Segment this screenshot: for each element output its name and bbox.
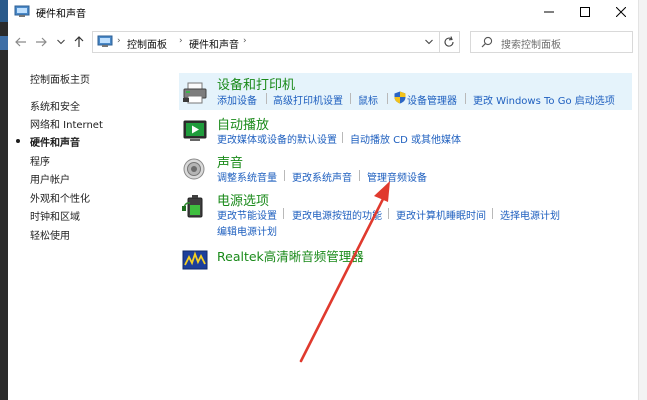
forward-button[interactable]	[32, 33, 50, 51]
title-bar: 硬件和声音	[8, 0, 638, 26]
arrow-left-icon	[15, 37, 26, 47]
arrow-right-icon	[36, 37, 47, 47]
link-power-button-function[interactable]: 更改电源按钮的功能	[292, 207, 382, 222]
arrow-up-icon	[74, 36, 84, 47]
printer-icon[interactable]	[182, 80, 208, 106]
chevron-down-icon	[57, 39, 65, 45]
search-icon	[481, 36, 493, 51]
link-change-power-saving[interactable]: 更改节能设置	[217, 207, 277, 222]
link-separator	[359, 170, 360, 181]
maximize-button[interactable]	[568, 0, 602, 24]
link-separator	[284, 170, 285, 181]
address-dropdown-button[interactable]	[425, 36, 433, 51]
sidebar-item-ease-of-access[interactable]: 轻松使用	[30, 227, 70, 242]
speaker-icon[interactable]	[182, 156, 208, 182]
window-title: 硬件和声音	[36, 9, 86, 20]
control-panel-icon	[97, 35, 113, 49]
maximize-icon	[580, 7, 590, 17]
navigation-bar: › 控制面板 › 硬件和声音 › 搜索控制面板	[8, 26, 638, 58]
category-title-devices-printers[interactable]: 设备和打印机	[217, 74, 295, 93]
breadcrumb-control-panel[interactable]: 控制面板	[127, 36, 167, 51]
sidebar-item-user-accounts[interactable]: 用户帐户	[30, 171, 70, 186]
link-separator	[266, 93, 267, 104]
minimize-button[interactable]	[532, 0, 566, 24]
link-edit-power-plan[interactable]: 编辑电源计划	[217, 223, 277, 238]
minimize-icon	[544, 11, 554, 13]
window-right-edge	[638, 0, 647, 400]
link-manage-audio-devices[interactable]: 管理音频设备	[367, 169, 427, 184]
link-device-manager[interactable]: 设备管理器	[407, 92, 457, 107]
sidebar-item-clock-region[interactable]: 时钟和区域	[30, 208, 80, 223]
sidebar-item-system-security[interactable]: 系统和安全	[30, 98, 80, 113]
refresh-button[interactable]	[438, 31, 460, 53]
power-battery-icon[interactable]	[182, 193, 208, 219]
refresh-icon	[443, 36, 454, 47]
recent-locations-button[interactable]	[52, 33, 70, 51]
sidebar-item-control-panel-home[interactable]: 控制面板主页	[30, 71, 90, 86]
link-change-system-sounds[interactable]: 更改系统声音	[292, 169, 352, 184]
breadcrumb-chevron-icon[interactable]: ›	[179, 36, 183, 46]
link-separator	[342, 132, 343, 143]
control-panel-icon	[14, 5, 30, 18]
address-bar[interactable]: › 控制面板 › 硬件和声音 ›	[92, 31, 440, 53]
link-windows-to-go[interactable]: 更改 Windows To Go 启动选项	[473, 92, 615, 107]
link-choose-power-plan[interactable]: 选择电源计划	[500, 207, 560, 222]
link-adjust-volume[interactable]: 调整系统音量	[217, 169, 277, 184]
search-placeholder: 搜索控制面板	[501, 40, 561, 51]
chevron-down-icon	[425, 39, 433, 45]
link-separator	[492, 208, 493, 219]
link-separator	[388, 208, 389, 219]
desktop-edge	[0, 0, 8, 400]
link-separator	[350, 93, 351, 104]
link-advanced-printer-settings[interactable]: 高级打印机设置	[273, 92, 343, 107]
search-box[interactable]: 搜索控制面板	[470, 31, 633, 53]
link-separator	[387, 93, 388, 104]
close-button[interactable]	[604, 0, 638, 24]
sidebar-item-appearance[interactable]: 外观和个性化	[30, 190, 90, 205]
breadcrumb-hardware-sound[interactable]: 硬件和声音	[189, 36, 239, 51]
sidebar-item-network-internet[interactable]: 网络和 Internet	[30, 116, 103, 131]
uac-shield-icon	[394, 91, 406, 104]
realtek-audio-icon[interactable]	[182, 247, 208, 273]
current-item-bullet	[16, 139, 20, 143]
sidebar-item-programs[interactable]: 程序	[30, 153, 50, 168]
link-autoplay-cd[interactable]: 自动播放 CD 或其他媒体	[350, 131, 461, 146]
annotation-arrow	[299, 181, 390, 363]
link-separator	[465, 93, 466, 104]
up-button[interactable]	[70, 33, 88, 51]
back-button[interactable]	[12, 33, 30, 51]
category-title-realtek[interactable]: Realtek高清晰音频管理器	[217, 246, 364, 265]
autoplay-icon[interactable]	[182, 118, 208, 144]
close-icon	[616, 7, 626, 17]
link-change-sleep-time[interactable]: 更改计算机睡眠时间	[396, 207, 486, 222]
link-separator	[283, 208, 284, 219]
breadcrumb-chevron-icon[interactable]: ›	[243, 36, 247, 46]
sidebar-item-hardware-sound[interactable]: 硬件和声音	[30, 134, 80, 149]
link-mouse[interactable]: 鼠标	[358, 92, 378, 107]
link-add-device[interactable]: 添加设备	[217, 92, 257, 107]
breadcrumb-chevron-icon: ›	[117, 36, 121, 46]
link-change-media-defaults[interactable]: 更改媒体或设备的默认设置	[217, 131, 337, 146]
